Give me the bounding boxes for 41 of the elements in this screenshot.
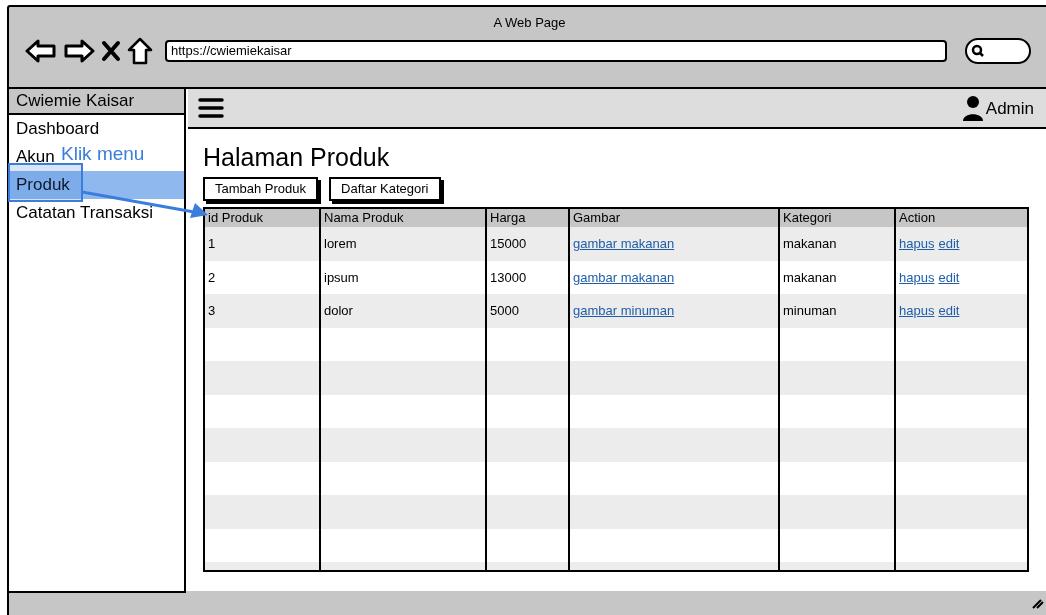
table-cell: dolor (321, 294, 485, 328)
column-header: id Produk (205, 209, 319, 227)
column-header: Kategori (780, 209, 894, 227)
user-icon (961, 95, 984, 121)
column-header: Nama Produk (321, 209, 485, 227)
back-icon[interactable] (25, 37, 57, 64)
table-cell: minuman (780, 294, 894, 328)
action-link[interactable]: hapus (899, 301, 935, 321)
user-name[interactable]: Admin (985, 95, 1034, 121)
table-cell: 5000 (487, 294, 568, 328)
column-header: Harga (487, 209, 568, 227)
action-button[interactable]: Daftar Kategori (329, 177, 441, 201)
image-link[interactable]: gambar minuman (573, 301, 675, 321)
resize-handle-icon[interactable] (1032, 599, 1044, 609)
image-link[interactable]: gambar makanan (573, 234, 675, 254)
url-field[interactable]: https://cwiemiekaisar (165, 39, 947, 62)
search-icon (971, 43, 985, 58)
table-cell: makanan (780, 227, 894, 261)
action-link[interactable]: edit (938, 234, 960, 254)
table-cell: lorem (321, 227, 485, 261)
sidebar-item[interactable]: Produk (9, 171, 184, 199)
action-link[interactable]: edit (938, 301, 960, 321)
forward-icon[interactable] (63, 37, 95, 64)
menu-icon[interactable] (198, 97, 224, 119)
annotation-text: Klik menu (61, 142, 145, 166)
table-cell: 15000 (487, 227, 568, 261)
sidebar-title: Cwiemie Kaisar (9, 89, 184, 115)
action-link[interactable]: hapus (899, 234, 935, 254)
close-icon[interactable] (101, 39, 121, 62)
action-link[interactable]: edit (938, 267, 960, 287)
action-link[interactable]: hapus (899, 267, 935, 287)
column-header: Action (896, 209, 1027, 227)
search-field[interactable] (965, 37, 1031, 64)
column-header: Gambar (570, 209, 778, 227)
table-cell: 3 (205, 294, 319, 328)
window-title: A Web Page (493, 14, 566, 32)
action-button[interactable]: Tambah Produk (203, 177, 319, 201)
table-cell: 1 (205, 227, 319, 261)
page-heading: Halaman Produk (203, 142, 391, 173)
image-link[interactable]: gambar makanan (573, 267, 675, 287)
home-icon[interactable] (127, 36, 153, 65)
